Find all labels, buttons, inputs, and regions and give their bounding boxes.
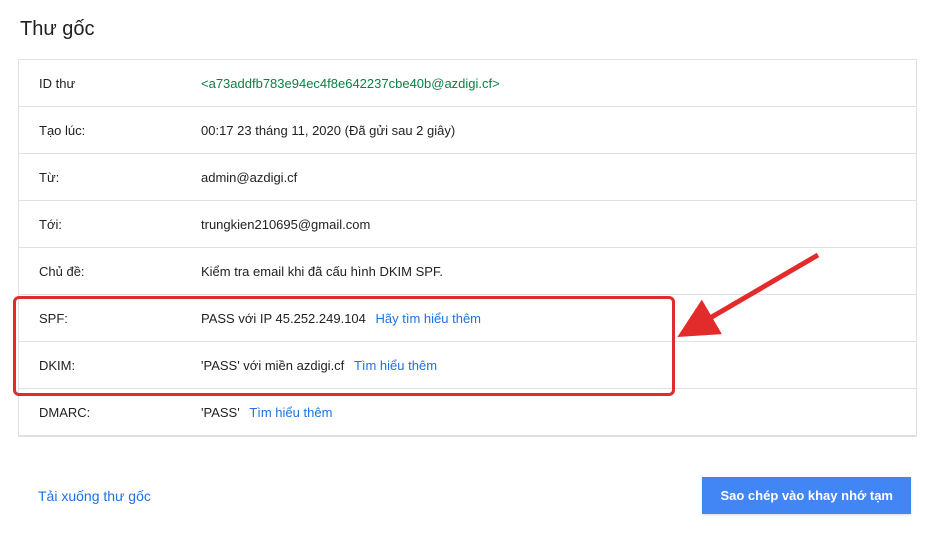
row-to: Tới: trungkien210695@gmail.com xyxy=(19,201,916,248)
value-dkim: 'PASS' với miền azdigi.cf Tìm hiểu thêm xyxy=(201,358,896,373)
row-dmarc: DMARC: 'PASS' Tìm hiểu thêm xyxy=(19,389,916,436)
row-subject: Chủ đề: Kiểm tra email khi đã cấu hình D… xyxy=(19,248,916,295)
spf-learn-more-link[interactable]: Hãy tìm hiểu thêm xyxy=(376,311,482,326)
value-to: trungkien210695@gmail.com xyxy=(201,217,896,232)
row-message-id: ID thư <a73addfb783e94ec4f8e642237cbe40b… xyxy=(19,60,916,107)
page-title: Thư gốc xyxy=(20,18,917,41)
value-from: admin@azdigi.cf xyxy=(201,170,896,185)
label-dkim: DKIM: xyxy=(39,358,201,373)
dkim-learn-more-link[interactable]: Tìm hiểu thêm xyxy=(354,358,437,373)
label-subject: Chủ đề: xyxy=(39,264,201,279)
label-created: Tạo lúc: xyxy=(39,123,201,138)
value-dmarc: 'PASS' Tìm hiểu thêm xyxy=(201,405,896,420)
value-spf: PASS với IP 45.252.249.104 Hãy tìm hiểu … xyxy=(201,311,896,326)
label-from: Từ: xyxy=(39,170,201,185)
spf-status-text: PASS với IP 45.252.249.104 xyxy=(201,311,366,326)
value-subject: Kiểm tra email khi đã cấu hình DKIM SPF. xyxy=(201,264,896,279)
label-spf: SPF: xyxy=(39,311,201,326)
row-spf: SPF: PASS với IP 45.252.249.104 Hãy tìm … xyxy=(19,295,916,342)
copy-to-clipboard-button[interactable]: Sao chép vào khay nhớ tạm xyxy=(702,477,911,514)
row-created: Tạo lúc: 00:17 23 tháng 11, 2020 (Đã gửi… xyxy=(19,107,916,154)
value-message-id: <a73addfb783e94ec4f8e642237cbe40b@azdigi… xyxy=(201,76,896,91)
row-dkim: DKIM: 'PASS' với miền azdigi.cf Tìm hiểu… xyxy=(19,342,916,389)
dkim-status-text: 'PASS' với miền azdigi.cf xyxy=(201,358,344,373)
dmarc-learn-more-link[interactable]: Tìm hiểu thêm xyxy=(249,405,332,420)
value-created: 00:17 23 tháng 11, 2020 (Đã gửi sau 2 gi… xyxy=(201,123,896,138)
label-dmarc: DMARC: xyxy=(39,405,201,420)
download-original-link[interactable]: Tải xuống thư gốc xyxy=(38,488,151,504)
original-message-panel: ID thư <a73addfb783e94ec4f8e642237cbe40b… xyxy=(18,59,917,437)
label-message-id: ID thư xyxy=(39,76,201,91)
row-from: Từ: admin@azdigi.cf xyxy=(19,154,916,201)
dmarc-status-text: 'PASS' xyxy=(201,405,240,420)
message-id-text: <a73addfb783e94ec4f8e642237cbe40b@azdigi… xyxy=(201,76,500,91)
footer: Tải xuống thư gốc Sao chép vào khay nhớ … xyxy=(18,477,917,514)
label-to: Tới: xyxy=(39,217,201,232)
